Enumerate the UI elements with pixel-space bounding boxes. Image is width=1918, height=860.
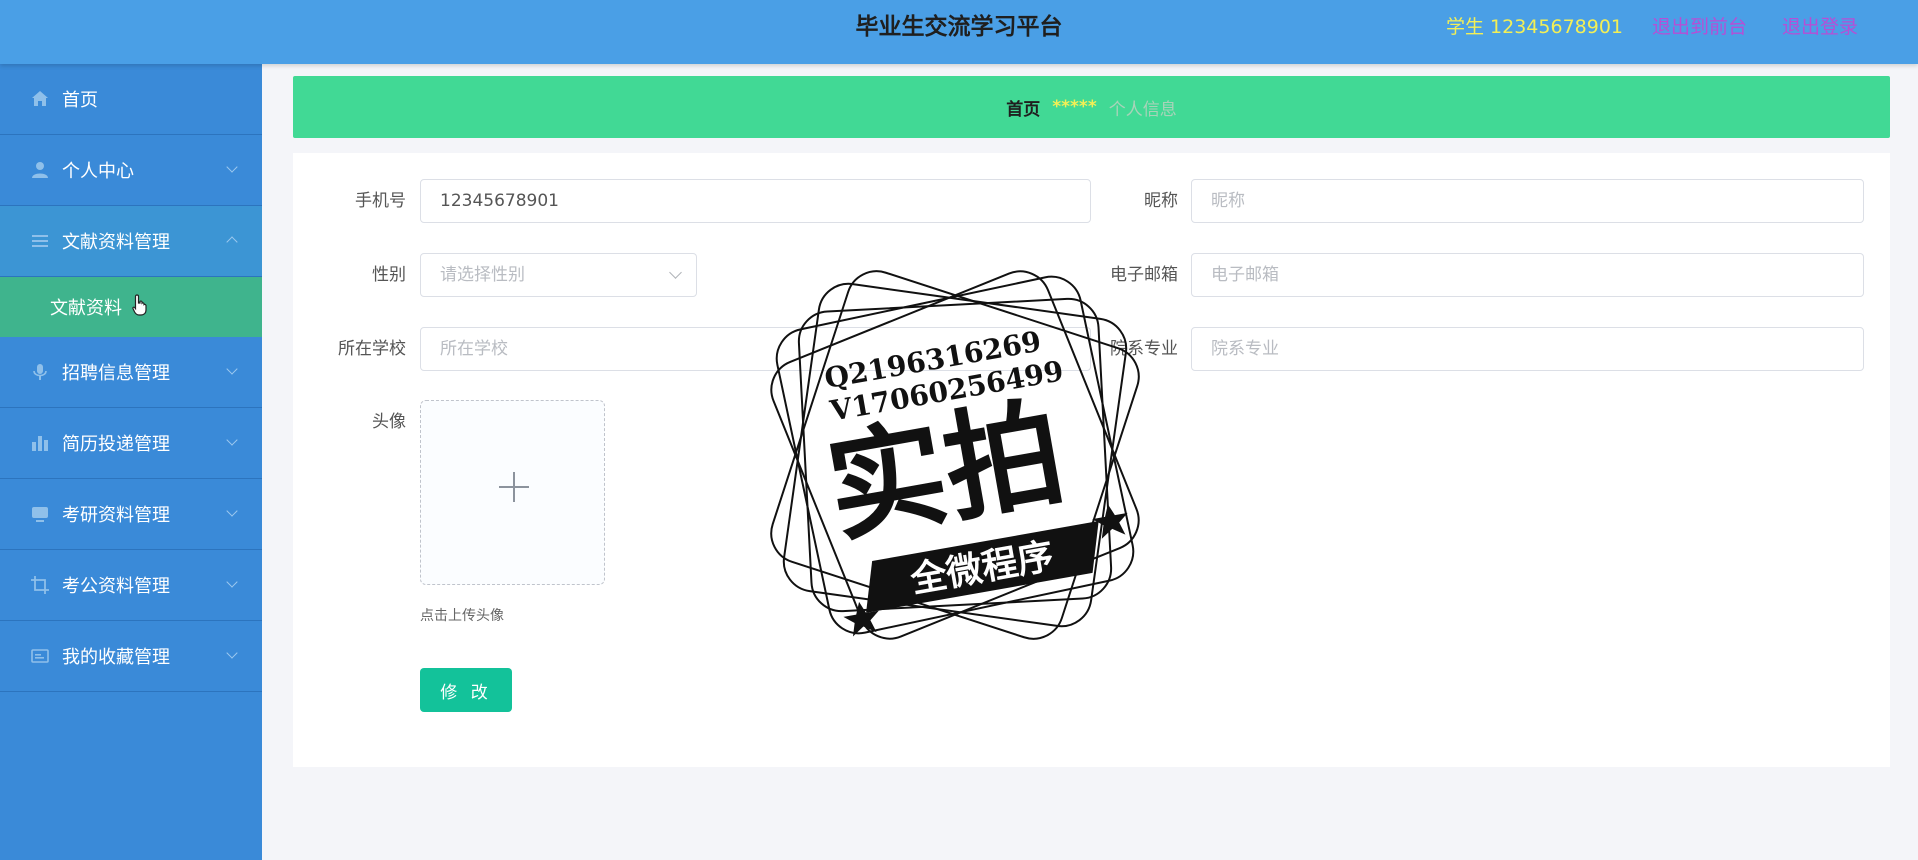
chevron-down-icon (226, 363, 238, 375)
sidebar-item-label: 个人中心 (62, 161, 134, 182)
update-button[interactable]: 修 改 (420, 668, 512, 712)
gender-label: 性别 (372, 265, 406, 285)
sidebar-item-label: 我的收藏管理 (62, 647, 170, 668)
sidebar-item-postgraduate-management[interactable]: 考研资料管理 (0, 479, 262, 550)
sidebar: 首页 个人中心 文献资料管理 文献资料 招聘信息管理 简历投递管理 考研资料管理… (0, 64, 262, 860)
breadcrumb-current: 个人信息 (1108, 99, 1177, 120)
major-field[interactable]: 院系专业 (1191, 327, 1864, 371)
back-to-frontend-link[interactable]: 退出到前台 (1652, 14, 1747, 40)
card-icon (30, 646, 50, 666)
chevron-up-icon (226, 236, 238, 248)
crop-icon (30, 575, 50, 595)
app-title: 毕业生交流学习平台 (855, 14, 1063, 40)
sidebar-item-label: 考公资料管理 (62, 576, 170, 597)
sidebar-item-recruitment-management[interactable]: 招聘信息管理 (0, 337, 262, 408)
sidebar-item-label: 文献资料管理 (62, 232, 170, 253)
school-field[interactable]: 所在学校 (420, 327, 1091, 371)
chevron-down-icon (226, 576, 238, 588)
avatar-upload[interactable] (420, 400, 605, 585)
user-icon (30, 160, 50, 180)
chevron-down-icon (669, 266, 682, 279)
sidebar-item-label: 首页 (62, 90, 98, 111)
top-header: 毕业生交流学习平台 学生 12345678901 退出到前台 退出登录 (0, 0, 1918, 64)
avatar-label: 头像 (372, 412, 406, 432)
phone-label: 手机号 (355, 191, 406, 211)
list-icon (30, 231, 50, 251)
nickname-field[interactable]: 昵称 (1191, 179, 1864, 223)
sidebar-item-label: 简历投递管理 (62, 434, 170, 455)
breadcrumb: 首页 ***** 个人信息 (293, 76, 1890, 138)
phone-field[interactable]: 12345678901 (420, 179, 1091, 223)
current-user: 学生 12345678901 (1446, 16, 1624, 38)
sidebar-item-literature-management[interactable]: 文献资料管理 (0, 206, 262, 277)
sidebar-item-personal-center[interactable]: 个人中心 (0, 135, 262, 206)
bar-chart-icon (30, 433, 50, 453)
chevron-down-icon (226, 434, 238, 446)
breadcrumb-home[interactable]: 首页 (1006, 95, 1040, 120)
sidebar-item-civil-service-management[interactable]: 考公资料管理 (0, 550, 262, 621)
chevron-down-icon (226, 647, 238, 659)
monitor-icon (30, 504, 50, 524)
logout-link[interactable]: 退出登录 (1782, 14, 1858, 40)
nickname-label: 昵称 (1144, 191, 1178, 211)
school-label: 所在学校 (338, 339, 406, 359)
breadcrumb-separator: ***** (1052, 97, 1097, 117)
sidebar-subitem-label: 文献资料 (50, 298, 122, 319)
hand-cursor-icon (132, 293, 148, 321)
gender-select-placeholder: 请选择性别 (440, 265, 525, 285)
chevron-down-icon (226, 505, 238, 517)
email-label: 电子邮箱 (1110, 265, 1178, 285)
upload-tip: 点击上传头像 (420, 608, 504, 624)
sidebar-item-label: 招聘信息管理 (62, 363, 170, 384)
email-field[interactable]: 电子邮箱 (1191, 253, 1864, 297)
sidebar-item-home[interactable]: 首页 (0, 64, 262, 135)
major-label: 院系专业 (1110, 339, 1178, 359)
sidebar-item-label: 考研资料管理 (62, 505, 170, 526)
sidebar-item-favorites-management[interactable]: 我的收藏管理 (0, 621, 262, 692)
chevron-down-icon (226, 161, 238, 173)
home-icon (30, 89, 50, 109)
sidebar-item-resume-management[interactable]: 简历投递管理 (0, 408, 262, 479)
gender-select[interactable]: 请选择性别 (420, 253, 697, 297)
microphone-icon (30, 362, 50, 382)
sidebar-subitem-literature[interactable]: 文献资料 (0, 277, 262, 337)
